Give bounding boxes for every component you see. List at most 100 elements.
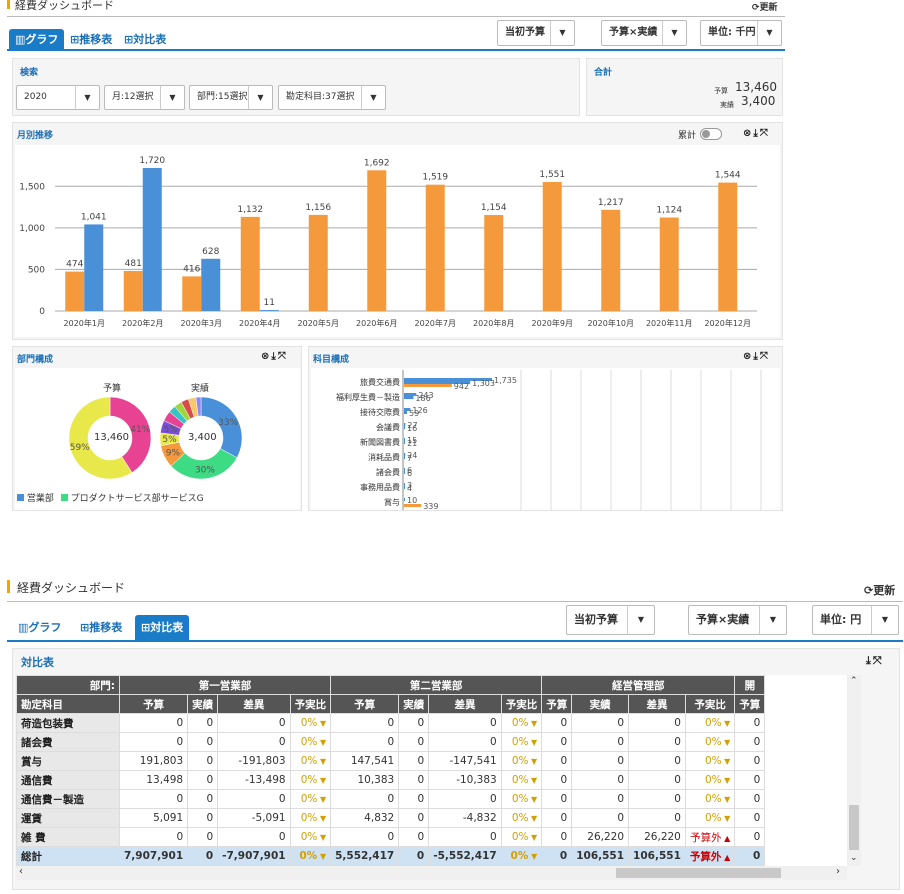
- dept-select[interactable]: 部門:15選択 ▼: [189, 85, 273, 110]
- horizontal-scrollbar[interactable]: ‹ ›: [16, 866, 847, 880]
- budget-dropdown[interactable]: 当初予算 ▼: [566, 605, 655, 635]
- value-cell: 147,541: [330, 751, 400, 771]
- actual-donut-total: 3,400: [188, 432, 217, 443]
- column-header: 予実比: [500, 694, 543, 714]
- tab-compare[interactable]: ⊞対比表: [135, 615, 190, 641]
- value-cell: 106,551: [628, 846, 686, 866]
- close-icon[interactable]: ⊗: [743, 128, 753, 139]
- value-cell: -13,498: [217, 770, 291, 790]
- expand-icon[interactable]: ⤧: [873, 654, 884, 667]
- dept-legend: 営業部 プロダクトサービス部サービスG: [17, 491, 204, 504]
- budget-bar[interactable]: [123, 271, 143, 311]
- account-bar[interactable]: [404, 504, 422, 507]
- tab-trend[interactable]: ⊞推移表: [64, 29, 118, 51]
- budget-bar[interactable]: [659, 217, 679, 311]
- tab-graph[interactable]: ▥グラフ: [9, 29, 65, 51]
- account-select[interactable]: 勘定科目:37選択 ▼: [278, 85, 386, 110]
- value-cell: 0: [541, 751, 573, 771]
- budget-bar[interactable]: [542, 182, 562, 311]
- account-bar[interactable]: [404, 456, 405, 459]
- legend-item[interactable]: 営業部: [27, 494, 54, 504]
- account-bar[interactable]: [404, 384, 452, 387]
- account-bar[interactable]: [404, 441, 406, 444]
- close-icon[interactable]: ⊗: [743, 351, 753, 362]
- refresh-button[interactable]: ⟳更新: [864, 582, 895, 598]
- tab-trend[interactable]: ⊞推移表: [74, 615, 128, 641]
- refresh-button[interactable]: ⟳更新: [752, 0, 778, 13]
- legend-swatch-green: [60, 494, 68, 501]
- ratio-value: 0%: [300, 755, 318, 767]
- ratio-value: 0%: [300, 736, 318, 748]
- account-bar[interactable]: [404, 438, 405, 441]
- value-cell: 0: [187, 789, 219, 809]
- close-icon[interactable]: ⊗: [261, 351, 271, 362]
- actual-bar[interactable]: [201, 258, 221, 311]
- unit-dropdown[interactable]: 単位: 円 ▼: [812, 605, 899, 635]
- actual-bar[interactable]: [259, 310, 279, 312]
- legend-item[interactable]: プロダクトサービス部サービスG: [71, 494, 204, 504]
- budget-bar[interactable]: [718, 182, 738, 311]
- chevron-right-icon[interactable]: ›: [836, 866, 840, 877]
- budget-bar[interactable]: [308, 214, 328, 311]
- actual-bar[interactable]: [142, 167, 162, 311]
- tab-compare[interactable]: ⊞対比表: [118, 29, 172, 51]
- column-header-row: 勘定科目 予算 実績 差異 予実比 予算 実績 差異 予実比 予算 実績 差異 予実比 予算: [16, 694, 766, 714]
- budget-bar[interactable]: [182, 276, 202, 311]
- download-icon[interactable]: ⤓: [866, 654, 873, 667]
- account-bar[interactable]: [404, 471, 405, 474]
- account-bar[interactable]: [404, 396, 414, 399]
- category-label: 福利厚生費－製造: [336, 392, 400, 402]
- compare-table-viewport[interactable]: 部門: 第一営業部 第二営業部 経営管理部 開 勘定科目 予算 実績 差異 予実比 予算…: [16, 675, 847, 866]
- ratio-value: 0%: [511, 755, 529, 767]
- budget-bar[interactable]: [601, 209, 621, 311]
- account-bar[interactable]: [404, 453, 406, 456]
- actual-bar[interactable]: [84, 224, 104, 311]
- year-select[interactable]: 2020 ▼: [16, 85, 100, 110]
- budget-bar[interactable]: [65, 271, 85, 311]
- dept-panel-icons: ⊗⤓⤧: [261, 351, 288, 362]
- budget-bar[interactable]: [425, 184, 445, 311]
- value-cell: 0: [571, 732, 630, 752]
- tab-graph[interactable]: ▥グラフ: [12, 615, 67, 641]
- account-bar[interactable]: [404, 411, 407, 414]
- value-cell: 0: [118, 732, 189, 752]
- account-bar[interactable]: [404, 423, 406, 426]
- value-cell: 0: [734, 713, 766, 733]
- scroll-thumb[interactable]: [616, 868, 781, 878]
- account-bar[interactable]: [404, 426, 405, 429]
- budget-bar[interactable]: [240, 216, 260, 311]
- account-bar[interactable]: [404, 483, 405, 486]
- account-bar[interactable]: [404, 498, 405, 501]
- ratio-value: 0%: [704, 717, 722, 729]
- budget-bar[interactable]: [484, 215, 504, 311]
- data-label: 1,217: [598, 198, 624, 208]
- account-hbar-chart: 旅費交通費 1,7351,303942福利厚生費－製造 243186接待交際費 126…: [336, 370, 762, 510]
- expand-icon[interactable]: ⤧: [760, 128, 770, 139]
- account-bar[interactable]: [404, 486, 405, 489]
- value-cell: 0: [187, 846, 219, 866]
- unit-dropdown[interactable]: 単位: 千円 ▼: [700, 20, 782, 46]
- month-select[interactable]: 月:12選択 ▼: [104, 85, 185, 110]
- ratio-cell: 0% ▼: [500, 713, 543, 733]
- data-label: 1,154: [481, 203, 507, 213]
- account-bar[interactable]: [404, 468, 405, 471]
- expand-icon[interactable]: ⤧: [278, 351, 288, 362]
- ratio-value: 0%: [300, 793, 318, 805]
- value-cell: -5,552,417: [428, 846, 502, 866]
- vertical-scrollbar[interactable]: ⌃ ⌄: [847, 675, 861, 866]
- value-cell: 0: [734, 808, 766, 828]
- value-cell: -10,383: [428, 770, 502, 790]
- mode-dropdown[interactable]: 予算×実績 ▼: [601, 20, 687, 46]
- expand-icon[interactable]: ⤧: [760, 351, 770, 362]
- budget-dropdown[interactable]: 当初予算 ▼: [497, 20, 575, 46]
- mode-dropdown[interactable]: 予算×実績 ▼: [688, 605, 787, 635]
- chevron-up-icon[interactable]: ⌃: [850, 676, 858, 686]
- scroll-thumb[interactable]: [849, 805, 859, 850]
- cumulative-toggle[interactable]: [700, 128, 722, 140]
- ratio-value: 0%: [704, 812, 722, 824]
- chevron-down-icon[interactable]: ⌄: [850, 853, 858, 863]
- budget-bar[interactable]: [367, 170, 387, 311]
- triangle-down-icon: ▼: [528, 757, 538, 766]
- toggle-knob: [702, 130, 710, 138]
- chevron-left-icon[interactable]: ‹: [19, 866, 23, 877]
